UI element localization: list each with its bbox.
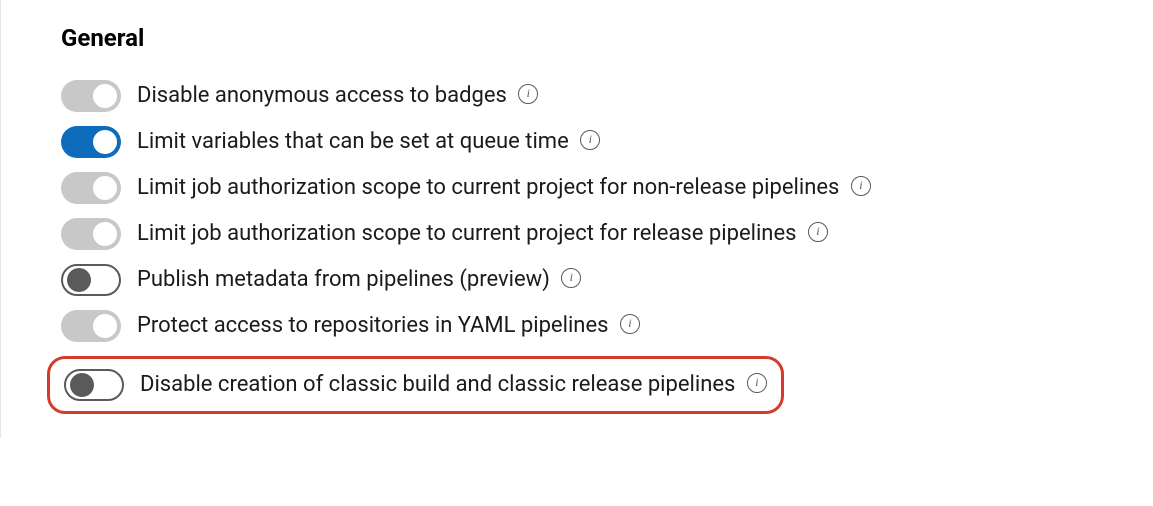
setting-label-text: Publish metadata from pipelines (preview…: [137, 267, 550, 292]
info-icon[interactable]: i: [620, 314, 640, 334]
toggle-thumb: [93, 84, 117, 108]
info-icon[interactable]: i: [851, 176, 871, 196]
toggle-thumb: [93, 314, 117, 338]
settings-list: Disable anonymous access to badges i Lim…: [61, 80, 1093, 414]
setting-limit-job-auth-release: Limit job authorization scope to current…: [61, 218, 1093, 250]
setting-label: Limit job authorization scope to current…: [137, 174, 871, 203]
toggle-thumb: [70, 373, 94, 397]
toggle-thumb: [93, 222, 117, 246]
toggle-limit-job-auth-release[interactable]: [61, 218, 121, 250]
setting-label-text: Protect access to repositories in YAML p…: [137, 313, 608, 338]
toggle-thumb: [93, 130, 117, 154]
info-icon[interactable]: i: [580, 130, 600, 150]
highlighted-setting-box: Disable creation of classic build and cl…: [47, 356, 784, 414]
setting-label: Publish metadata from pipelines (preview…: [137, 266, 581, 295]
setting-label: Limit job authorization scope to current…: [137, 220, 828, 249]
settings-panel: General Disable anonymous access to badg…: [0, 0, 1153, 438]
toggle-limit-job-auth-nonrelease[interactable]: [61, 172, 121, 204]
setting-label-text: Limit job authorization scope to current…: [137, 221, 796, 246]
info-icon[interactable]: i: [747, 373, 767, 393]
toggle-publish-metadata[interactable]: [61, 264, 121, 296]
setting-label: Limit variables that can be set at queue…: [137, 128, 600, 157]
toggle-thumb: [67, 268, 91, 292]
setting-label-text: Limit job authorization scope to current…: [137, 175, 839, 200]
setting-publish-metadata: Publish metadata from pipelines (preview…: [61, 264, 1093, 296]
info-icon[interactable]: i: [518, 84, 538, 104]
setting-limit-variables-queue: Limit variables that can be set at queue…: [61, 126, 1093, 158]
setting-protect-repo-yaml: Protect access to repositories in YAML p…: [61, 310, 1093, 342]
section-title: General: [61, 24, 1093, 52]
info-icon[interactable]: i: [808, 222, 828, 242]
toggle-thumb: [93, 176, 117, 200]
toggle-disable-classic-pipelines[interactable]: [64, 369, 124, 401]
setting-label-text: Disable creation of classic build and cl…: [140, 372, 735, 397]
setting-label-text: Disable anonymous access to badges: [137, 83, 507, 108]
setting-label: Disable anonymous access to badges i: [137, 82, 538, 111]
setting-label-text: Limit variables that can be set at queue…: [137, 129, 569, 154]
toggle-protect-repo-yaml[interactable]: [61, 310, 121, 342]
setting-label: Disable creation of classic build and cl…: [140, 371, 767, 400]
toggle-disable-anonymous-badges[interactable]: [61, 80, 121, 112]
setting-disable-anonymous-badges: Disable anonymous access to badges i: [61, 80, 1093, 112]
setting-limit-job-auth-nonrelease: Limit job authorization scope to current…: [61, 172, 1093, 204]
info-icon[interactable]: i: [561, 268, 581, 288]
toggle-limit-variables-queue[interactable]: [61, 126, 121, 158]
setting-label: Protect access to repositories in YAML p…: [137, 312, 640, 341]
